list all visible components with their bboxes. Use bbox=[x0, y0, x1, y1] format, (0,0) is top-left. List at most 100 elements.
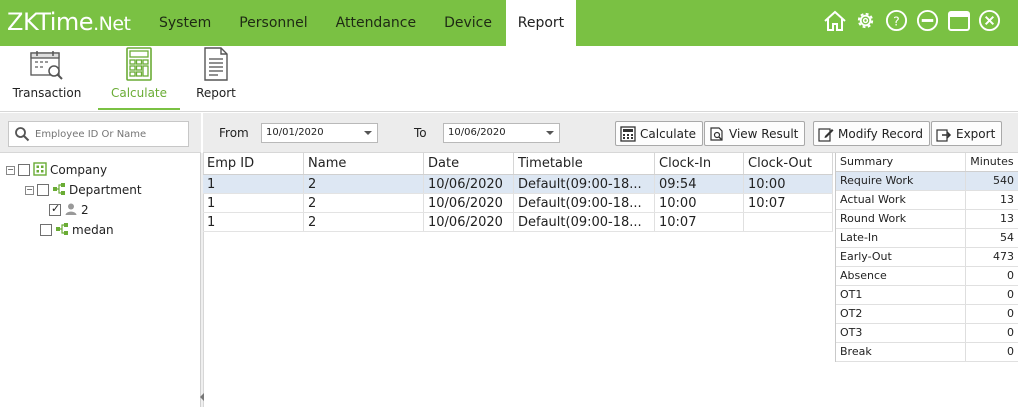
calculator-icon bbox=[125, 47, 153, 84]
tree-node-medan[interactable]: medan bbox=[37, 221, 114, 239]
col-timetable[interactable]: Timetable bbox=[514, 153, 655, 174]
svg-text:?: ? bbox=[893, 13, 900, 28]
calculator-icon bbox=[620, 125, 636, 142]
menu-system[interactable]: System bbox=[145, 0, 225, 46]
to-label: To bbox=[414, 126, 427, 140]
splitter-arrow-icon[interactable] bbox=[200, 393, 204, 401]
summary-row-early-out[interactable]: Early-Out 473 bbox=[836, 248, 1018, 267]
to-date-select[interactable]: 10/06/2020 bbox=[443, 123, 560, 143]
summary-row-round-work[interactable]: Round Work 13 bbox=[836, 210, 1018, 229]
cell-timetable: Default(09:00-18... bbox=[514, 213, 655, 231]
cell-date: 10/06/2020 bbox=[424, 213, 514, 231]
col-emp-id[interactable]: Emp ID bbox=[203, 153, 304, 174]
company-icon bbox=[33, 161, 47, 179]
tree-node-department[interactable]: − Department bbox=[25, 181, 142, 199]
export-button[interactable]: Export bbox=[931, 121, 1003, 146]
summary-label: Round Work bbox=[836, 210, 967, 228]
employee-tree-pane: − Company − Department 2 medan bbox=[0, 113, 201, 407]
collapse-toggle[interactable]: − bbox=[25, 185, 34, 195]
menu-personnel[interactable]: Personnel bbox=[225, 0, 321, 46]
employee-checkbox[interactable] bbox=[49, 202, 61, 216]
company-checkbox[interactable] bbox=[18, 164, 30, 176]
cell-name: 2 bbox=[304, 194, 424, 212]
export-icon bbox=[936, 126, 952, 142]
col-name[interactable]: Name bbox=[304, 153, 424, 174]
help-icon[interactable]: ? bbox=[884, 8, 909, 33]
cell-emp-id: 1 bbox=[203, 194, 304, 212]
menu-attendance[interactable]: Attendance bbox=[322, 0, 430, 46]
summary-value: 0 bbox=[1007, 345, 1014, 358]
from-date-value: 10/01/2020 bbox=[266, 127, 324, 138]
gear-icon[interactable] bbox=[853, 8, 878, 33]
menu-device[interactable]: Device bbox=[430, 0, 506, 46]
cell-timetable: Default(09:00-18... bbox=[514, 194, 655, 212]
summary-row-ot2[interactable]: OT2 0 bbox=[836, 305, 1018, 324]
department-icon bbox=[52, 182, 66, 199]
summary-row-actual-work[interactable]: Actual Work 13 bbox=[836, 191, 1018, 210]
module-toolbar: Transaction Calculate Report bbox=[0, 46, 1018, 112]
search-input[interactable] bbox=[35, 126, 185, 142]
cell-emp-id: 1 bbox=[203, 175, 304, 193]
summary-value: 540 bbox=[993, 174, 1014, 187]
col-clock-in[interactable]: Clock-In bbox=[655, 153, 744, 174]
from-date-select[interactable]: 10/01/2020 bbox=[261, 123, 378, 143]
tree-node-company[interactable]: − Company bbox=[6, 161, 107, 179]
col-date[interactable]: Date bbox=[424, 153, 514, 174]
modify-record-button[interactable]: Modify Record bbox=[813, 121, 931, 146]
home-icon[interactable] bbox=[822, 8, 847, 33]
table-row[interactable]: 1 2 10/06/2020 Default(09:00-18... 10:00… bbox=[203, 194, 833, 213]
minimize-icon[interactable] bbox=[915, 8, 940, 33]
collapse-toggle[interactable]: − bbox=[6, 165, 15, 175]
cell-name: 2 bbox=[304, 213, 424, 231]
summary-row-ot1[interactable]: OT1 0 bbox=[836, 286, 1018, 305]
cell-timetable: Default(09:00-18... bbox=[514, 175, 655, 193]
tree-node-employee[interactable]: 2 bbox=[46, 201, 89, 219]
view-result-button[interactable]: View Result bbox=[704, 121, 806, 146]
cell-clock-out: 10:07 bbox=[744, 194, 833, 212]
report-label: Report bbox=[196, 86, 236, 100]
medan-checkbox[interactable] bbox=[40, 224, 52, 236]
summary-row-ot3[interactable]: OT3 0 bbox=[836, 324, 1018, 343]
calculate-button[interactable]: Calculate bbox=[615, 121, 704, 146]
summary-row-break[interactable]: Break 0 bbox=[836, 343, 1018, 362]
cell-name: 2 bbox=[304, 175, 424, 193]
calculate-tool[interactable]: Calculate bbox=[98, 47, 180, 110]
chevron-down-icon bbox=[364, 131, 372, 135]
cell-emp-id: 1 bbox=[203, 213, 304, 231]
view-icon bbox=[709, 126, 725, 142]
search-bar bbox=[0, 113, 201, 153]
menu-report[interactable]: Report bbox=[505, 0, 576, 46]
transaction-tool[interactable]: Transaction bbox=[12, 48, 82, 110]
calculate-label: Calculate bbox=[110, 86, 168, 100]
logo-main: ZKTime bbox=[7, 8, 94, 36]
summary-value: 0 bbox=[1007, 269, 1014, 282]
transaction-label: Transaction bbox=[12, 86, 82, 100]
summary-value: 0 bbox=[1007, 288, 1014, 301]
edit-icon bbox=[818, 126, 834, 142]
summary-row-late-in[interactable]: Late-In 54 bbox=[836, 229, 1018, 248]
department-checkbox[interactable] bbox=[37, 184, 49, 196]
cell-date: 10/06/2020 bbox=[424, 175, 514, 193]
table-row[interactable]: 1 2 10/06/2020 Default(09:00-18... 10:07 bbox=[203, 213, 833, 232]
table-row[interactable]: 1 2 10/06/2020 Default(09:00-18... 09:54… bbox=[203, 175, 833, 194]
summary-label: Actual Work bbox=[836, 191, 967, 209]
summary-row-absence[interactable]: Absence 0 bbox=[836, 267, 1018, 286]
summary-label: OT2 bbox=[836, 305, 967, 323]
search-icon bbox=[14, 126, 30, 145]
cell-clock-in: 09:54 bbox=[655, 175, 744, 193]
window-controls: ? bbox=[822, 8, 1002, 33]
report-tool[interactable]: Report bbox=[190, 47, 242, 110]
modify-record-label: Modify Record bbox=[838, 126, 924, 141]
search-box[interactable] bbox=[8, 121, 189, 147]
summary-value: 13 bbox=[1000, 212, 1014, 225]
attendance-table: Emp ID Name Date Timetable Clock-In Cloc… bbox=[203, 153, 833, 232]
summary-label: OT1 bbox=[836, 286, 967, 304]
transaction-icon bbox=[29, 49, 65, 84]
col-clock-out[interactable]: Clock-Out bbox=[744, 153, 833, 174]
close-icon[interactable] bbox=[977, 8, 1002, 33]
table-header: Emp ID Name Date Timetable Clock-In Cloc… bbox=[203, 153, 833, 175]
summary-label: OT3 bbox=[836, 324, 967, 342]
summary-row-require-work[interactable]: Require Work 540 bbox=[836, 172, 1018, 191]
maximize-icon[interactable] bbox=[946, 8, 971, 33]
export-label: Export bbox=[956, 126, 996, 141]
